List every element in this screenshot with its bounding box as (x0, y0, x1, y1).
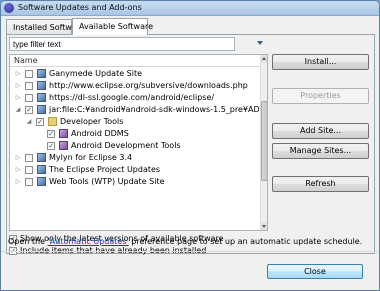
tree-item-label: Android Development Tools (71, 141, 181, 150)
tree-row[interactable]: ▷ Web Tools (WTP) Update Site (10, 176, 260, 188)
expand-arrow-icon[interactable]: ▷ (14, 178, 22, 186)
collapse-arrow-icon[interactable]: ◢ (14, 106, 22, 114)
tab-available-software[interactable]: Available Software (72, 18, 153, 35)
tree-row[interactable]: ✓ Android Development Tools (10, 140, 260, 152)
tree-item-label: http://www.eclipse.org/subversive/downlo… (49, 81, 248, 90)
expand-arrow-icon[interactable]: ▷ (14, 94, 22, 102)
automatic-updates-info: Open the 'Automatic Updates' preference … (8, 237, 362, 246)
title-bar[interactable]: Software Updates and Add-ons (1, 1, 379, 16)
tree-row[interactable]: ▷ Mylyn for Eclipse 3.4 (10, 152, 260, 164)
properties-button[interactable]: Properties (272, 88, 369, 104)
tree-item-checkbox[interactable] (25, 178, 33, 186)
tree-item-checkbox[interactable] (25, 154, 33, 162)
tree-item-checkbox[interactable]: ✓ (47, 142, 55, 150)
scroll-up-arrow-icon[interactable] (261, 55, 267, 63)
column-header-name[interactable]: Name (10, 55, 260, 67)
software-tree: Name ▷ Ganymede Update Site ▷ http://www.ec… (9, 54, 268, 231)
filter-input[interactable] (9, 37, 235, 51)
refresh-button[interactable]: Refresh (272, 176, 369, 192)
tree-item-checkbox[interactable] (25, 82, 33, 90)
vertical-scrollbar[interactable] (260, 55, 267, 230)
tree-item-checkbox[interactable] (25, 70, 33, 78)
add-site-button[interactable]: Add Site... (272, 123, 369, 139)
install-button[interactable]: Install... (272, 54, 369, 70)
dialog-window: Software Updates and Add-ons Installed S… (0, 0, 380, 291)
tree-row[interactable]: ▷ The Eclipse Project Updates (10, 164, 260, 176)
tree-row[interactable]: ◢ ✓ Developer Tools (10, 116, 260, 128)
feature-icon (59, 129, 68, 138)
tree-item-checkbox[interactable] (25, 166, 33, 174)
tree-row[interactable]: ▷ Ganymede Update Site (10, 68, 260, 80)
tree-item-label: Web Tools (WTP) Update Site (49, 177, 165, 186)
expand-arrow-icon[interactable]: ▷ (14, 82, 22, 90)
tree-item-label: Ganymede Update Site (49, 69, 143, 78)
footer-separator (1, 251, 379, 252)
tree-row[interactable]: ▷ https://dl-ssl.google.com/android/eclip… (10, 92, 260, 104)
update-site-icon (37, 69, 46, 78)
tree-row[interactable]: ▷ http://www.eclipse.org/subversive/downl… (10, 80, 260, 92)
update-site-icon (37, 93, 46, 102)
collapse-arrow-icon[interactable]: ◢ (25, 118, 33, 126)
window-title: Software Updates and Add-ons (18, 3, 142, 12)
tree-item-label: jar:file:C:¥android¥android-sdk-windows-… (49, 105, 267, 114)
scroll-thumb[interactable] (261, 101, 267, 181)
info-suffix: preference page to set up an automatic u… (128, 237, 363, 246)
tree-item-label: https://dl-ssl.google.com/android/eclips… (49, 93, 215, 102)
tree-item-label: The Eclipse Project Updates (49, 165, 161, 174)
update-site-icon (37, 177, 46, 186)
tree-item-label: Developer Tools (60, 117, 124, 126)
feature-icon (59, 141, 68, 150)
tree-item-checkbox[interactable]: ✓ (36, 118, 44, 126)
tree-item-checkbox[interactable] (25, 94, 33, 102)
tree-item-label: Android DDMS (71, 129, 129, 138)
tree-row[interactable]: ✓ Android DDMS (10, 128, 260, 140)
expand-arrow-icon[interactable]: ▷ (14, 166, 22, 174)
update-site-icon (37, 165, 46, 174)
update-site-icon (37, 81, 46, 90)
filter-dropdown-icon[interactable] (257, 41, 263, 45)
info-prefix: Open the (8, 237, 48, 246)
manage-sites-button[interactable]: Manage Sites... (272, 143, 369, 159)
category-icon (48, 117, 57, 126)
update-site-icon (37, 153, 46, 162)
scroll-down-arrow-icon[interactable] (261, 222, 267, 230)
eclipse-icon (4, 3, 14, 13)
expand-arrow-icon[interactable]: ▷ (14, 70, 22, 78)
close-button[interactable]: Close (267, 264, 363, 279)
tree-row[interactable]: ◢ ✓ jar:file:C:¥android¥android-sdk-window… (10, 104, 267, 116)
expand-arrow-icon[interactable]: ▷ (14, 154, 22, 162)
tab-installed-software[interactable]: Installed Software (6, 19, 85, 35)
tree-item-label: Mylyn for Eclipse 3.4 (49, 153, 133, 162)
available-software-panel: Name ▷ Ganymede Update Site ▷ http://www.ec… (6, 34, 375, 255)
update-site-icon (37, 105, 46, 114)
tree-item-checkbox[interactable]: ✓ (47, 130, 55, 138)
automatic-updates-link[interactable]: 'Automatic Updates' (48, 237, 129, 246)
tree-item-checkbox[interactable]: ✓ (25, 106, 33, 114)
